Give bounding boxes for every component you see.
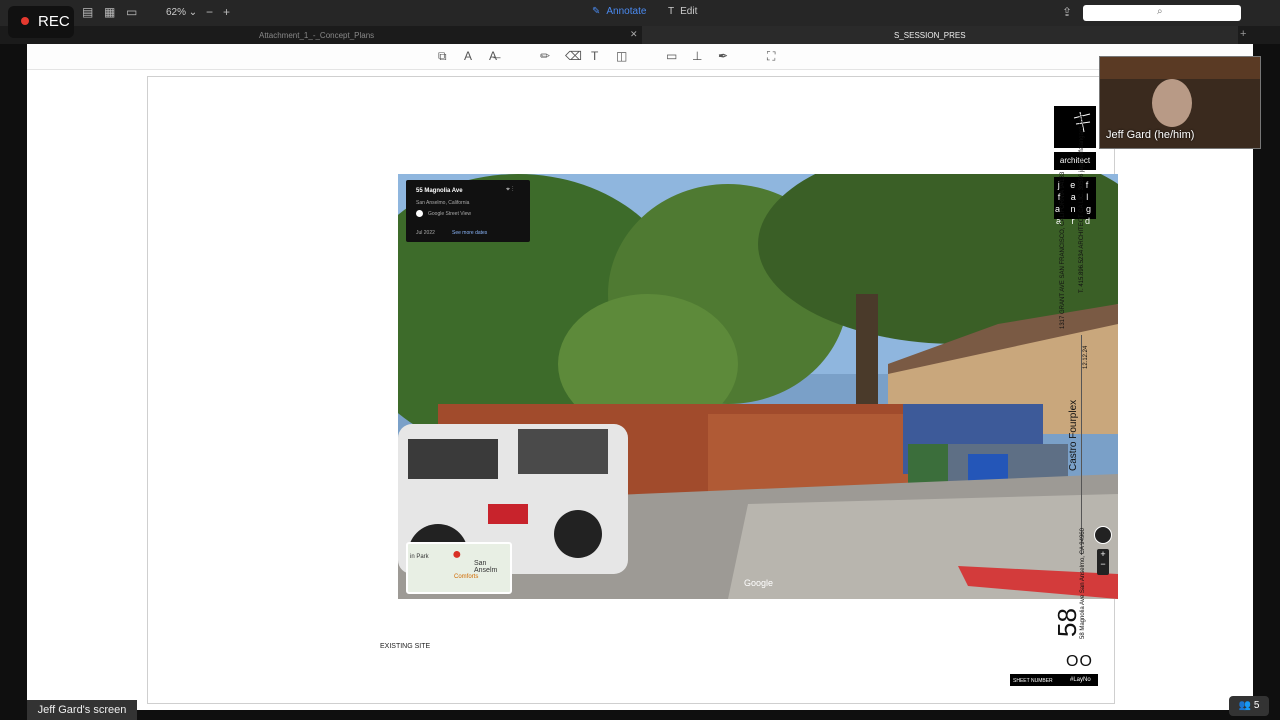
text-tool-icon[interactable]: T	[591, 49, 598, 63]
layout-icon[interactable]: ▭	[126, 5, 137, 19]
streetview-source: Google Street View	[428, 211, 471, 217]
location-pin-icon[interactable]: ⌖ ⋮	[506, 186, 514, 194]
mini-map[interactable]: in Park ● San Anselm Comforts	[406, 542, 512, 594]
text-cursor-icon: T	[668, 6, 675, 17]
shapes-icon[interactable]: ◫	[616, 49, 627, 63]
signature-icon[interactable]: ✒	[718, 49, 728, 63]
crop-icon[interactable]: ⛶	[767, 49, 775, 64]
map-pin-icon: ●	[452, 546, 462, 563]
streetview-city: San Anselmo, California	[416, 200, 470, 206]
document-workspace: ⧉ A A̶ ✏ ⌫ T ◫ ▭ ⊥ ✒ ⛶ 55 Magnolia Ave ⌖…	[27, 44, 1253, 710]
sheet-tag: #LayNo	[1070, 677, 1091, 683]
firm-logo	[1054, 106, 1096, 148]
participant-name: Jeff Gard (he/him)	[1106, 129, 1195, 141]
participants-button[interactable]: 👥 5	[1229, 696, 1269, 716]
streetview-date: Jul 2022	[416, 230, 435, 236]
search-input[interactable]: ⌕	[1083, 5, 1241, 21]
share-icon[interactable]: ⇪	[1062, 5, 1072, 19]
tab-bar: Attachment_1_-_Concept_Plans ✕ S_SESSION…	[0, 26, 1280, 44]
architect-tag: architect	[1054, 152, 1096, 170]
zoom-level[interactable]: 62% ⌄	[166, 7, 197, 18]
firm-contact: T. 415.896.5234 ARCHITECT CA LIC. 30596 …	[1079, 113, 1085, 293]
logo-mark-icon	[1073, 111, 1091, 133]
tab-session-pres[interactable]: S_SESSION_PRES	[642, 26, 1238, 44]
street-view-photo: 55 Magnolia Ave ⌖ ⋮ San Anselmo, Califor…	[398, 174, 1118, 599]
tab-label: Attachment_1_-_Concept_Plans	[259, 31, 375, 40]
comment-icon[interactable]: ▭	[666, 49, 677, 63]
map-park-label: in Park	[410, 554, 429, 560]
pencil-icon[interactable]: ✏	[540, 49, 550, 63]
recording-label: REC	[38, 13, 70, 30]
streetview-info-card[interactable]: 55 Magnolia Ave ⌖ ⋮ San Anselmo, Califor…	[406, 180, 530, 242]
grid-view-icon[interactable]: ▦	[104, 5, 115, 19]
record-dot-icon	[21, 17, 29, 25]
annotate-button[interactable]: ✎ Annotate	[592, 6, 646, 17]
strikethrough-icon[interactable]: A̶	[489, 49, 497, 63]
participant-video[interactable]: Jeff Gard (he/him)	[1099, 56, 1261, 149]
tab-label: S_SESSION_PRES	[894, 31, 966, 40]
close-tab-icon[interactable]: ✕	[630, 29, 638, 40]
compass-icon[interactable]	[1094, 526, 1112, 544]
sheet-date: 12.12.24	[1083, 345, 1089, 369]
sheet-number-suffix: OO	[1066, 653, 1093, 670]
project-name: Castro Fourplex	[1068, 399, 1079, 471]
firm-address: 1317 GRANT AVE SAN FRANCISCO, CALIFORNIA…	[1060, 171, 1066, 329]
pen-icon: ✎	[592, 6, 601, 17]
map-town-label: San Anselm	[474, 560, 498, 574]
sidebar-toggle-icon[interactable]: ▤	[82, 5, 93, 19]
google-icon	[416, 210, 423, 217]
zoom-in-icon[interactable]: +	[223, 5, 230, 19]
recording-indicator: REC	[8, 6, 74, 38]
highlight-text-icon[interactable]: A	[464, 49, 472, 63]
see-more-dates-link[interactable]: See more dates	[452, 230, 487, 236]
search-icon: ⌕	[1157, 6, 1163, 17]
participant-count: 5	[1253, 700, 1260, 711]
stamp-icon[interactable]: ⊥	[692, 49, 702, 63]
sheet-caption: EXISTING SITE	[380, 643, 431, 650]
sheet-number-bar: SHEET NUMBER #LayNo	[1010, 674, 1098, 686]
app-toolbar: ▤ ▦ ▭ 62% ⌄ − + ✎ Annotate T Edit ⇪ ⌕	[0, 0, 1280, 26]
people-icon: 👥	[1238, 700, 1252, 711]
text-style-icon[interactable]: ⧉	[438, 49, 447, 64]
eraser-icon[interactable]: ⌫	[565, 49, 582, 63]
zoom-out-icon[interactable]: −	[206, 5, 213, 19]
annotation-toolbar: ⧉ A A̶ ✏ ⌫ T ◫ ▭ ⊥ ✒ ⛶	[27, 44, 1253, 70]
map-place-label: Comforts	[454, 574, 479, 580]
streetview-address: 55 Magnolia Ave	[416, 188, 463, 194]
participant-face	[1152, 79, 1192, 127]
video-background	[1100, 57, 1260, 79]
google-logo: Google	[744, 578, 774, 588]
new-tab-icon[interactable]: +	[1240, 28, 1246, 40]
edit-button[interactable]: T Edit	[668, 6, 697, 17]
map-zoom-control[interactable]: + −	[1097, 549, 1109, 575]
screen-share-label: Jeff Gard's screen	[27, 700, 137, 720]
title-block-divider	[1081, 335, 1082, 555]
sheet-number-big: 58	[1052, 608, 1082, 637]
sheet-number-label: SHEET NUMBER	[1013, 678, 1053, 684]
tab-concept-plans[interactable]: Attachment_1_-_Concept_Plans ✕	[0, 26, 642, 44]
drawing-sheet: 55 Magnolia Ave ⌖ ⋮ San Anselmo, Califor…	[147, 76, 1118, 704]
